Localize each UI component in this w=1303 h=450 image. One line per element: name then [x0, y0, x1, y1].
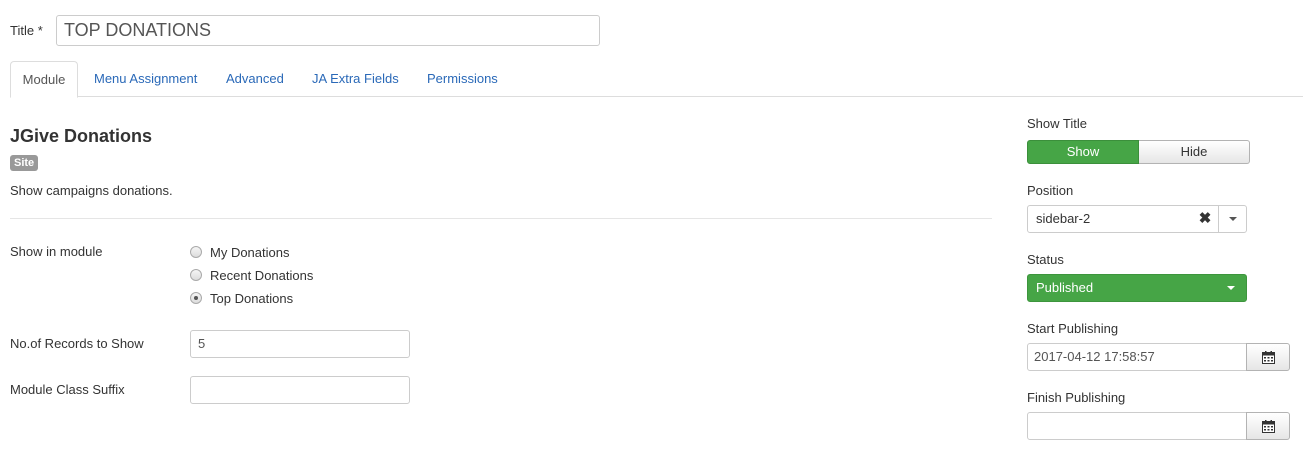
title-input[interactable]: TOP DONATIONS — [56, 15, 600, 46]
calendar-icon — [1261, 419, 1275, 433]
finish-publishing-label: Finish Publishing — [1027, 390, 1126, 405]
tab-menu-assignment[interactable]: Menu Assignment — [94, 61, 197, 97]
start-publishing-input[interactable]: 2017-04-12 17:58:57 — [1027, 343, 1247, 371]
position-label: Position — [1027, 183, 1074, 198]
finish-calendar-button[interactable] — [1246, 412, 1290, 440]
start-calendar-button[interactable] — [1246, 343, 1290, 371]
records-label: No.of Records to Show — [10, 336, 144, 351]
class-suffix-label: Module Class Suffix — [10, 382, 125, 397]
start-publishing-label: Start Publishing — [1027, 321, 1119, 336]
site-badge: Site — [10, 155, 39, 171]
status-label: Status — [1027, 252, 1064, 267]
show-in-module-label: Show in module — [10, 244, 103, 259]
radio-button-checked[interactable] — [190, 292, 202, 304]
tab-bar: Module Menu Assignment Advanced JA Extra… — [10, 61, 1303, 98]
title-label: Title * — [10, 23, 43, 38]
tab-permissions[interactable]: Permissions — [427, 61, 498, 97]
module-description: Show campaigns donations. — [10, 183, 173, 198]
radio-label: My Donations — [210, 244, 290, 260]
chevron-down-icon — [1229, 217, 1237, 221]
hide-button[interactable]: Hide — [1139, 140, 1250, 164]
radio-label: Recent Donations — [210, 267, 314, 283]
records-input[interactable]: 5 — [190, 330, 410, 358]
status-select[interactable]: Published — [1027, 274, 1247, 302]
module-title: JGive Donations — [10, 126, 153, 146]
show-button[interactable]: Show — [1027, 140, 1139, 164]
calendar-icon — [1261, 350, 1275, 364]
show-title-label: Show Title — [1027, 116, 1087, 131]
chevron-down-icon — [1227, 286, 1235, 290]
radio-top-donations[interactable]: Top Donations — [190, 289, 293, 307]
position-value: sidebar-2 — [1036, 211, 1091, 226]
tab-advanced[interactable]: Advanced — [226, 61, 284, 97]
radio-my-donations[interactable]: My Donations — [190, 243, 289, 261]
radio-button[interactable] — [190, 246, 202, 258]
class-suffix-input[interactable] — [190, 376, 410, 404]
position-select[interactable]: sidebar-2 ✖ — [1027, 205, 1247, 233]
close-icon[interactable]: ✖ — [1198, 206, 1212, 232]
radio-button[interactable] — [190, 269, 202, 281]
finish-publishing-input[interactable] — [1027, 412, 1247, 440]
show-title-toggle: Show Hide — [1027, 140, 1250, 164]
radio-label: Top Donations — [210, 290, 294, 306]
divider — [10, 218, 992, 219]
status-value: Published — [1036, 280, 1094, 295]
position-dropdown-toggle[interactable] — [1218, 206, 1246, 232]
tab-ja-extra-fields[interactable]: JA Extra Fields — [312, 61, 399, 97]
radio-recent-donations[interactable]: Recent Donations — [190, 266, 313, 284]
tab-module[interactable]: Module — [10, 61, 78, 98]
